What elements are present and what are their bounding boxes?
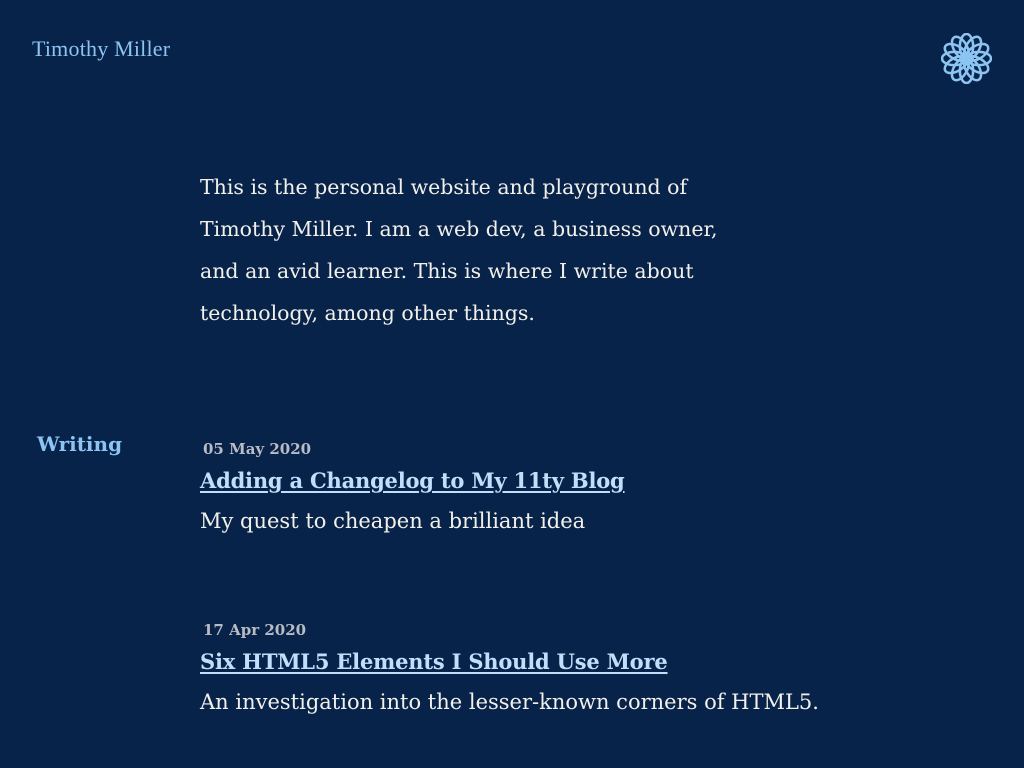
post-item: 05 May 2020 Adding a Changelog to My 11t… — [200, 438, 820, 542]
post-title-link[interactable]: Adding a Changelog to My 11ty Blog — [200, 466, 820, 496]
post-item: 17 Apr 2020 Six HTML5 Elements I Should … — [200, 619, 820, 723]
post-date: 05 May 2020 — [203, 440, 312, 458]
mandala-logo-icon[interactable] — [941, 33, 992, 84]
post-date: 17 Apr 2020 — [203, 621, 307, 639]
post-description: An investigation into the lesser-known c… — [200, 690, 819, 714]
site-name-link[interactable]: Timothy Miller — [32, 36, 170, 62]
writing-section-label: Writing — [37, 432, 123, 456]
intro-paragraph: This is the personal website and playgro… — [200, 175, 718, 325]
post-description: My quest to cheapen a brilliant idea — [200, 509, 586, 533]
post-title-link[interactable]: Six HTML5 Elements I Should Use More — [200, 647, 820, 677]
